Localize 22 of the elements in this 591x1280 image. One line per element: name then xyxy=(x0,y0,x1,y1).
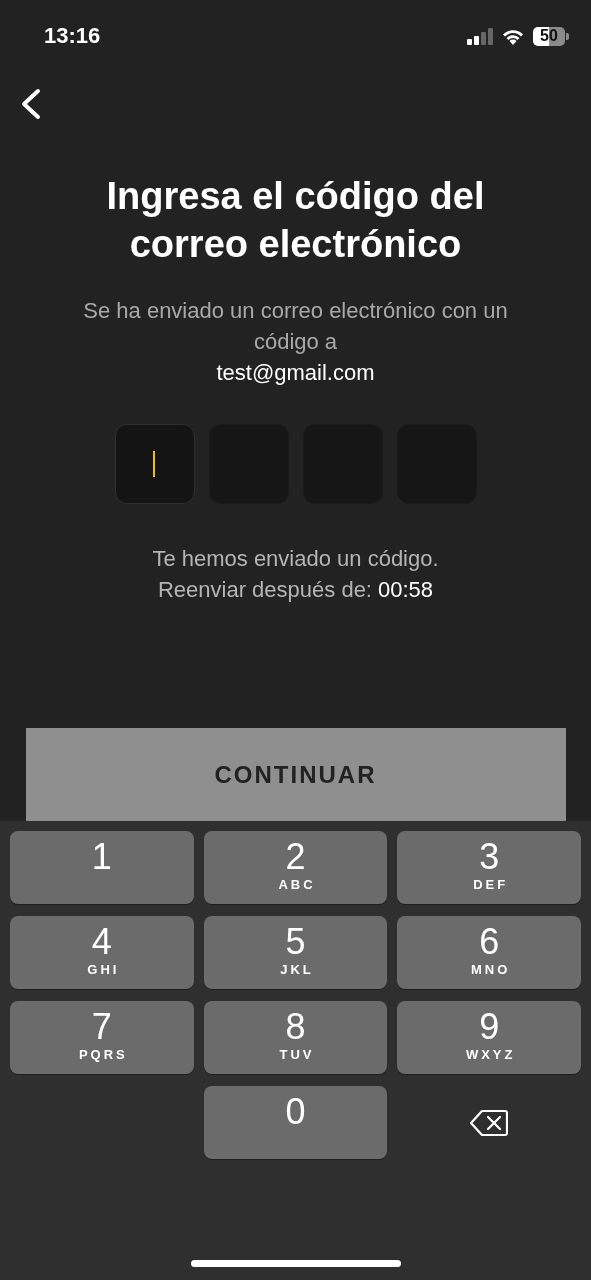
code-sent-message: Te hemos enviado un código. xyxy=(152,545,439,573)
code-digit-field[interactable] xyxy=(114,424,195,504)
wifi-icon xyxy=(501,27,525,45)
signal-icon xyxy=(467,27,493,45)
keypad-key[interactable]: 2 ABC xyxy=(203,831,388,904)
keypad-key[interactable]: 4 GHI xyxy=(10,916,194,989)
keypad-key[interactable]: 5 JKL xyxy=(203,916,388,989)
backspace-icon[interactable] xyxy=(470,1108,509,1137)
keypad-key[interactable]: 6 MNO xyxy=(397,916,581,989)
email-address: test@gmail.com xyxy=(216,359,375,387)
keypad-key[interactable]: 7 PQRS xyxy=(10,1001,194,1074)
keypad-key[interactable]: 9 WXYZ xyxy=(397,1001,581,1074)
text-cursor xyxy=(152,451,155,477)
resend-label: Reenviar después de: xyxy=(157,576,372,604)
keypad-key[interactable]: 0 xyxy=(203,1086,388,1159)
keypad-key[interactable]: 3 DEF xyxy=(397,831,581,904)
instruction-text: Se ha enviado un correo electrónico con un código a xyxy=(82,297,509,356)
countdown-timer: 00:58 xyxy=(378,576,434,604)
screen-title: Ingresa el código del correo electrónico xyxy=(105,174,486,267)
keypad-key[interactable]: 1 xyxy=(10,831,194,904)
status-time: 13:16 xyxy=(44,23,102,49)
keypad-key[interactable]: 8 TUV xyxy=(203,1001,388,1074)
